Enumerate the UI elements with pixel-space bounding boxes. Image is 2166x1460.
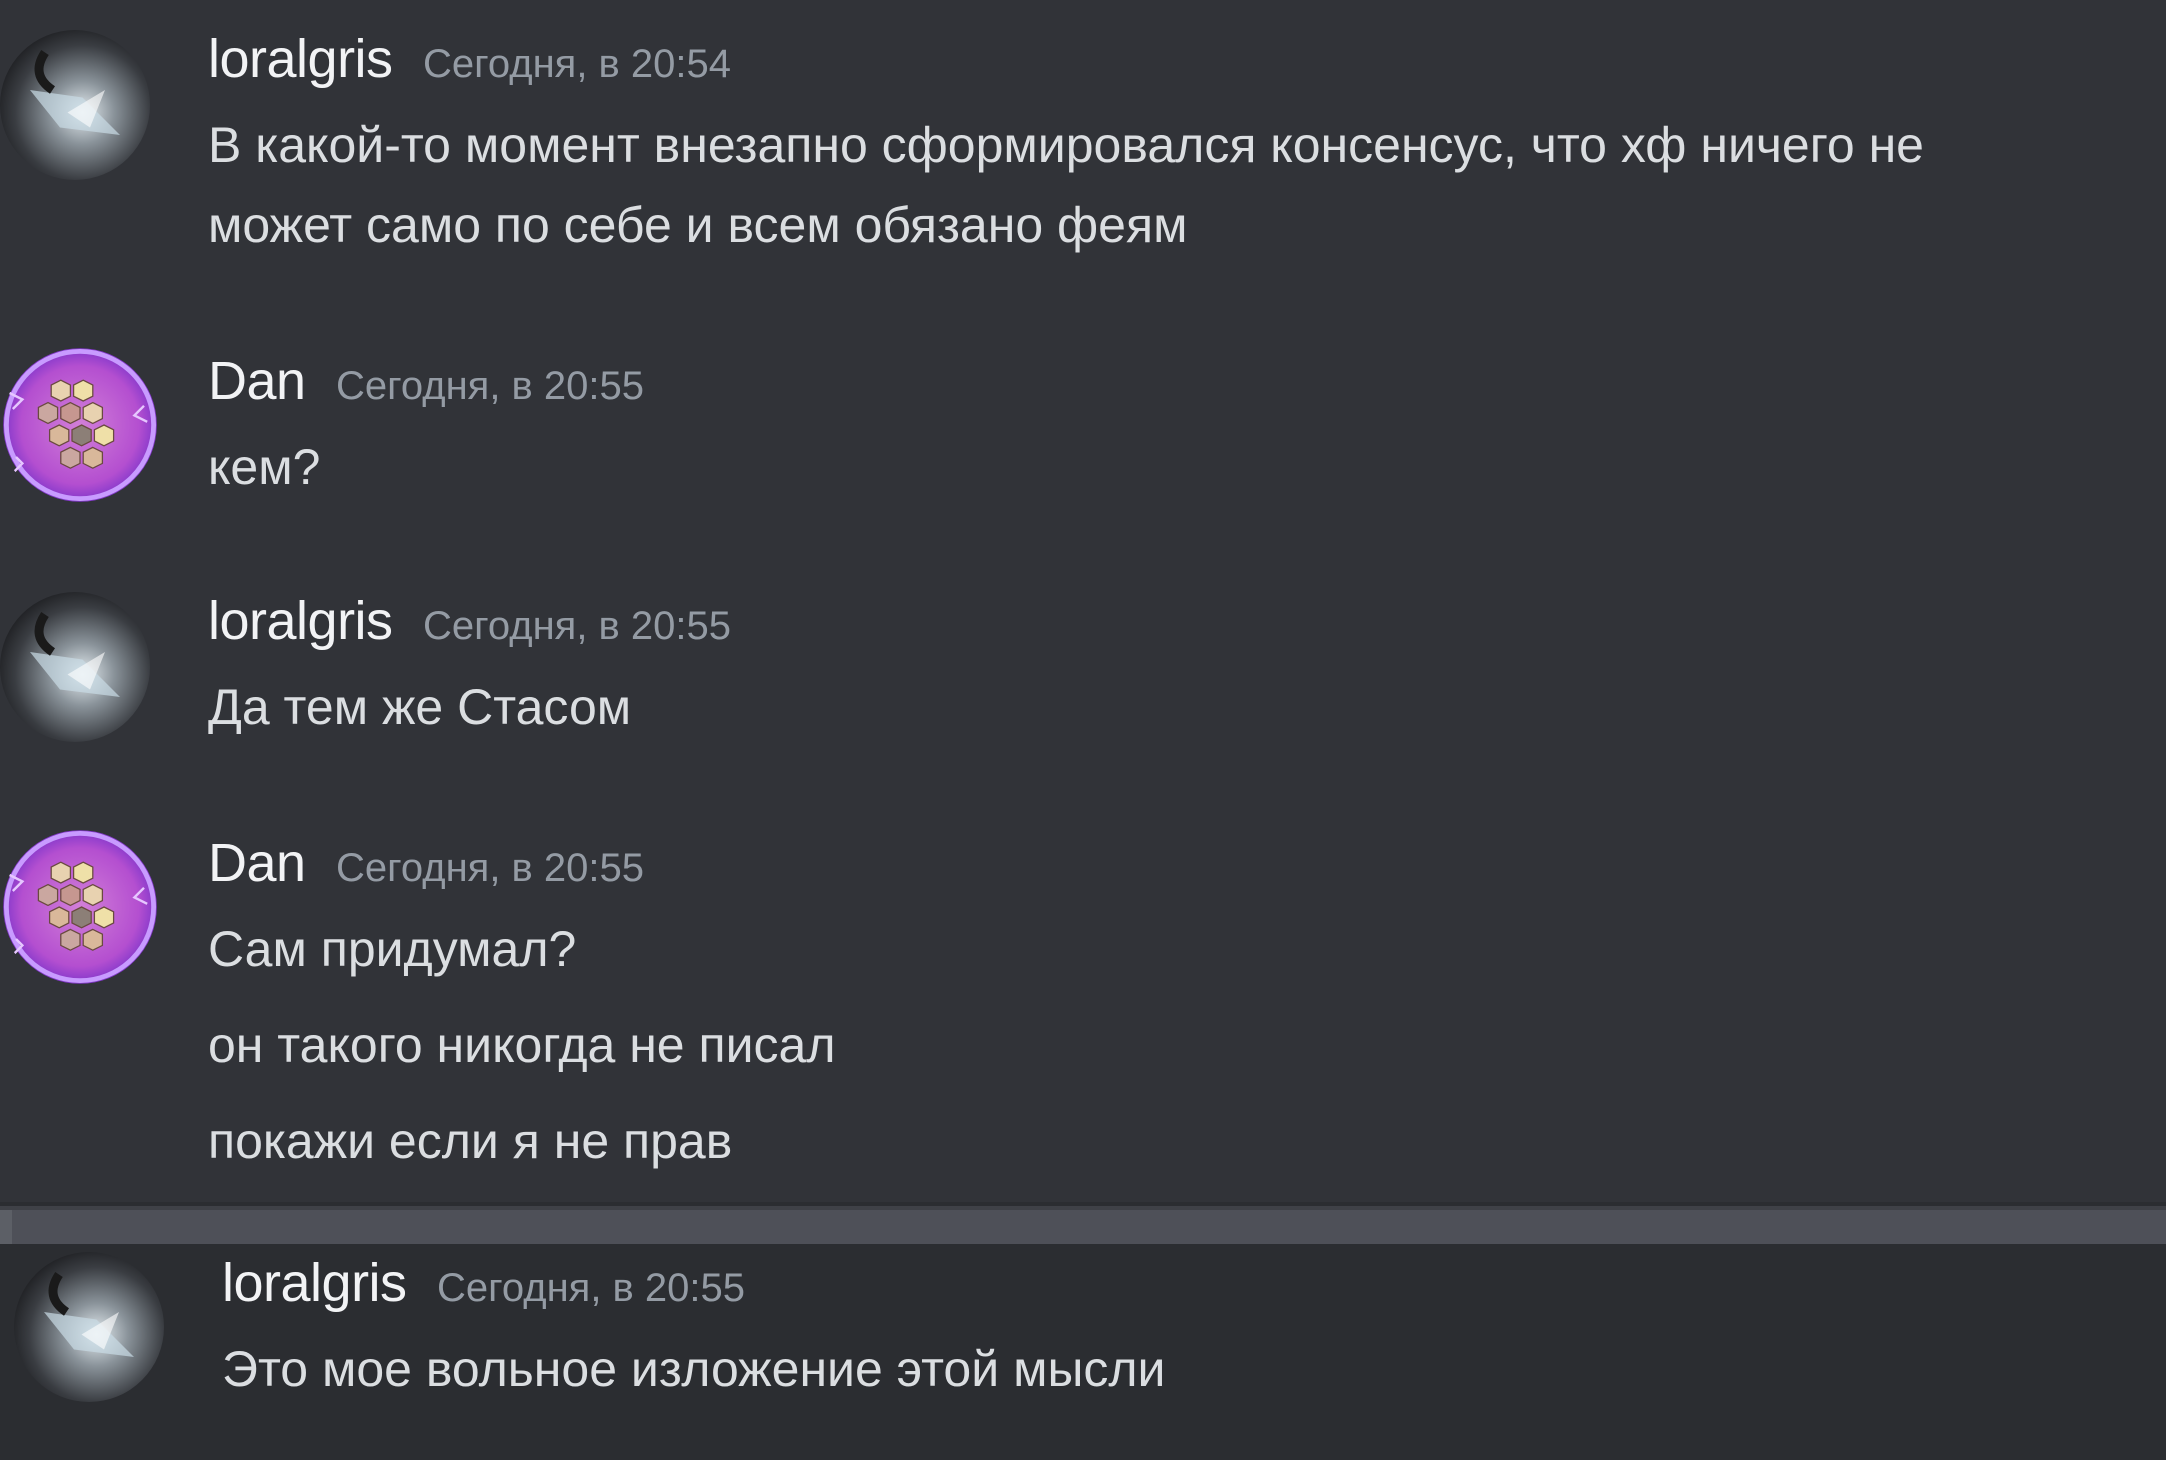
message-text: Это мое вольное изложение этой мысли xyxy=(222,1341,1166,1397)
message-timestamp: Сегодня, в 20:54 xyxy=(423,42,732,86)
loralgris-avatar-icon xyxy=(14,1252,164,1402)
avatar[interactable] xyxy=(0,345,160,505)
message-text: покажи если я не прав xyxy=(208,1113,733,1169)
message-text: В какой-то момент внезапно сформировался… xyxy=(208,117,1924,173)
message-timestamp: Сегодня, в 20:55 xyxy=(336,364,645,408)
author-name[interactable]: loralgris xyxy=(208,591,393,651)
message-timestamp: Сегодня, в 20:55 xyxy=(423,604,732,648)
avatar[interactable] xyxy=(0,592,150,742)
author-name[interactable]: Dan xyxy=(208,351,306,411)
author-name[interactable]: loralgris xyxy=(208,29,393,89)
message-text: Сам придумал? xyxy=(208,921,577,977)
message-text: он такого никогда не писал xyxy=(208,1017,836,1073)
scroll-divider xyxy=(0,1206,2166,1244)
message-text: кем? xyxy=(208,439,321,495)
loralgris-avatar-icon xyxy=(0,30,150,180)
loralgris-avatar-icon xyxy=(0,592,150,742)
avatar[interactable] xyxy=(0,30,150,180)
chat-message-list: loralgris Сегодня, в 20:54 В какой-то мо… xyxy=(0,0,2166,1460)
dan-avatar-icon xyxy=(3,830,157,984)
message-timestamp: Сегодня, в 20:55 xyxy=(437,1266,746,1310)
author-name[interactable]: Dan xyxy=(208,833,306,893)
avatar[interactable] xyxy=(0,827,160,987)
author-name[interactable]: loralgris xyxy=(222,1253,407,1313)
avatar[interactable] xyxy=(14,1252,164,1402)
message-text: может само по себе и всем обязано феям xyxy=(208,197,1188,253)
message-text: Да тем же Стасом xyxy=(208,679,632,735)
dan-avatar-icon xyxy=(3,348,157,502)
message-timestamp: Сегодня, в 20:55 xyxy=(336,846,645,890)
